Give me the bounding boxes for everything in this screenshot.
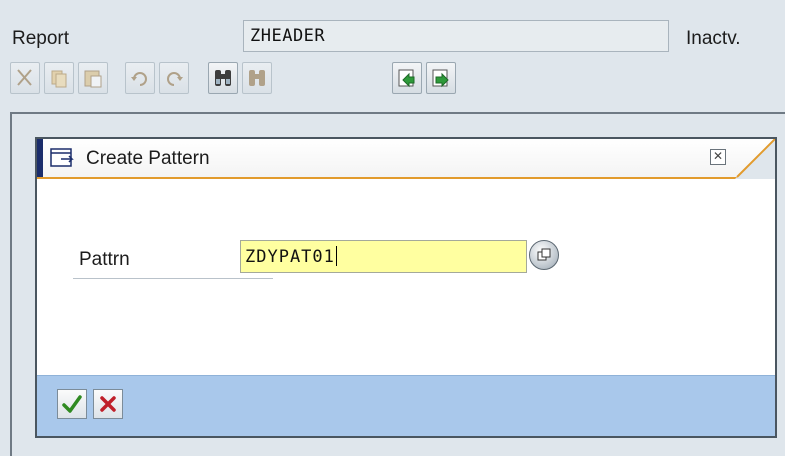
value-help-button[interactable] bbox=[529, 240, 559, 270]
cut-button[interactable] bbox=[10, 62, 40, 94]
dialog-body: Pattrn ZDYPAT01 bbox=[37, 179, 775, 376]
copy-button[interactable] bbox=[44, 62, 74, 94]
cancel-button[interactable] bbox=[93, 389, 123, 419]
text-caret bbox=[335, 246, 337, 266]
dialog-close-button[interactable]: ✕ bbox=[710, 149, 726, 165]
insert-statement-button[interactable] bbox=[392, 62, 422, 94]
pattern-input-value: ZDYPAT01 bbox=[245, 247, 335, 267]
paste-button[interactable] bbox=[78, 62, 108, 94]
redo-icon bbox=[167, 72, 183, 86]
report-name-field[interactable]: ZHEADER bbox=[243, 20, 669, 52]
cut-icon bbox=[17, 69, 32, 86]
pattern-icon bbox=[432, 69, 449, 88]
dialog-title: Create Pattern bbox=[86, 148, 210, 169]
find-next-icon bbox=[249, 70, 265, 86]
label-underline bbox=[73, 278, 273, 279]
redo-button[interactable] bbox=[159, 62, 189, 94]
pattern-field-label: Pattrn bbox=[79, 249, 130, 270]
find-icon bbox=[215, 70, 231, 86]
check-icon bbox=[62, 395, 82, 413]
report-header: Report ZHEADER Inactv. bbox=[0, 0, 785, 58]
find-button[interactable] bbox=[208, 62, 238, 94]
title-accent-bar bbox=[37, 139, 43, 177]
report-label: Report bbox=[12, 28, 70, 49]
dialog-window-icon bbox=[50, 148, 74, 167]
pattern-input[interactable]: ZDYPAT01 bbox=[240, 240, 527, 273]
dialog-footer bbox=[37, 375, 775, 436]
copy-icon bbox=[51, 70, 67, 88]
undo-button[interactable] bbox=[125, 62, 155, 94]
insert-statement-icon bbox=[398, 69, 415, 88]
dialog-title-bar: Create Pattern ✕ bbox=[37, 139, 775, 179]
close-icon: ✕ bbox=[712, 149, 724, 163]
continue-button[interactable] bbox=[57, 389, 87, 419]
cancel-x-icon bbox=[100, 396, 116, 412]
create-pattern-dialog: Create Pattern ✕ Pattrn ZDYPAT01 bbox=[35, 137, 777, 438]
find-next-button[interactable] bbox=[242, 62, 272, 94]
paste-icon bbox=[84, 70, 102, 88]
value-help-icon bbox=[537, 248, 551, 261]
status-label: Inactv. bbox=[686, 28, 741, 49]
title-decoration bbox=[735, 139, 775, 179]
undo-icon bbox=[131, 72, 147, 86]
pattern-button[interactable] bbox=[426, 62, 456, 94]
